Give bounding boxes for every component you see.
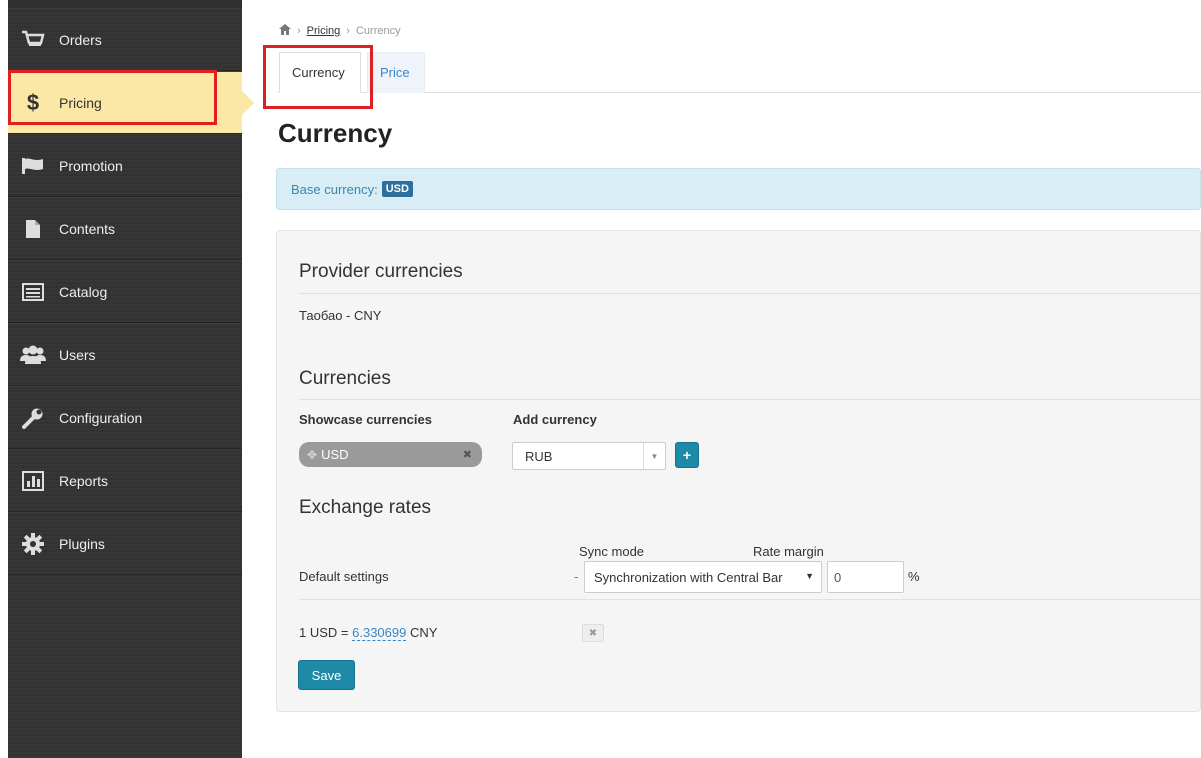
gear-icon <box>20 532 46 555</box>
rate-margin-input[interactable]: 0 <box>827 561 904 593</box>
base-currency-alert: Base currency: USD <box>276 168 1201 210</box>
sync-mode-select[interactable]: Synchronization with Central Bar ▼ <box>584 561 822 593</box>
sidebar-item-contents[interactable]: Contents <box>8 197 242 260</box>
tab-bar: Currency Price <box>277 52 1201 93</box>
home-icon[interactable] <box>279 24 291 38</box>
sidebar-item-users[interactable]: Users <box>8 323 242 386</box>
rate-value-link[interactable]: 6.330699 <box>352 625 407 641</box>
percent-sign: % <box>908 569 920 584</box>
chart-icon <box>20 470 46 492</box>
add-currency-select-value: RUB <box>525 448 553 464</box>
sidebar-item-label: Orders <box>59 31 102 48</box>
divider <box>299 599 1200 600</box>
add-currency-label: Add currency <box>513 412 597 427</box>
caret-down-icon: ▼ <box>805 571 814 581</box>
breadcrumb-separator: › <box>346 25 350 37</box>
cart-icon <box>20 29 46 51</box>
rate-suffix: CNY <box>409 625 438 640</box>
list-icon <box>20 281 46 303</box>
users-icon <box>20 344 46 366</box>
showcase-currency-chip[interactable]: ✥ USD ✖ <box>299 442 482 467</box>
sidebar-item-label: Configuration <box>59 409 143 426</box>
add-currency-button[interactable]: + <box>675 442 699 468</box>
main-content: › Pricing › Currency Currency Price Curr… <box>242 0 1201 758</box>
currency-panel: Provider currencies Таобао - CNY Currenc… <box>276 230 1201 712</box>
default-settings-label: Default settings <box>299 569 389 584</box>
sidebar-item-label: Users <box>59 346 96 363</box>
save-button[interactable]: Save <box>298 660 355 690</box>
sidebar-item-label: Catalog <box>59 283 108 300</box>
add-currency-select[interactable]: RUB ▼ <box>512 442 666 470</box>
provider-currencies-title: Provider currencies <box>299 261 463 282</box>
document-icon <box>20 218 46 240</box>
sidebar-item-configuration[interactable]: Configuration <box>8 386 242 449</box>
move-icon[interactable]: ✥ <box>307 448 317 462</box>
sidebar-item-label: Promotion <box>59 157 123 174</box>
sidebar-nav: Orders $ Pricing Promotion Contents Cata… <box>8 8 254 758</box>
sidebar-item-pricing[interactable]: $ Pricing <box>8 71 254 134</box>
chip-remove-icon[interactable]: ✖ <box>463 448 472 461</box>
sidebar: Orders $ Pricing Promotion Contents Cata… <box>0 0 254 758</box>
sidebar-item-label: Pricing <box>59 94 102 111</box>
rate-margin-label: Rate margin <box>753 544 824 559</box>
chevron-down-icon: ▼ <box>643 443 665 469</box>
sidebar-item-label: Reports <box>59 472 109 489</box>
sidebar-item-label: Plugins <box>59 535 105 552</box>
wrench-icon <box>20 407 46 429</box>
showcase-currencies-label: Showcase currencies <box>299 412 432 427</box>
base-currency-badge: USD <box>381 181 413 197</box>
sidebar-item-plugins[interactable]: Plugins <box>8 512 242 575</box>
provider-currency-value: Таобао - CNY <box>299 308 382 323</box>
sidebar-item-promotion[interactable]: Promotion <box>8 134 242 197</box>
breadcrumb-pricing-link[interactable]: Pricing <box>307 25 341 37</box>
sync-mode-select-value: Synchronization with Central Bar <box>594 569 783 585</box>
currencies-title: Currencies <box>299 368 391 389</box>
divider <box>299 293 1200 294</box>
sidebar-item-reports[interactable]: Reports <box>8 449 242 512</box>
divider <box>299 399 1200 400</box>
rate-prefix: 1 USD = <box>299 625 349 640</box>
base-currency-label: Base currency: <box>291 181 378 197</box>
page-title: Currency <box>278 118 393 148</box>
sync-mode-label: Sync mode <box>579 544 645 559</box>
remove-rate-button[interactable]: ✖ <box>582 624 604 642</box>
dash: - <box>574 569 579 584</box>
tab-currency[interactable]: Currency <box>279 52 361 93</box>
breadcrumb-separator: › <box>297 25 301 37</box>
breadcrumb: › Pricing › Currency <box>279 24 401 38</box>
chip-label: USD <box>321 447 349 462</box>
sidebar-item-catalog[interactable]: Catalog <box>8 260 242 323</box>
dollar-icon: $ <box>26 89 40 115</box>
sidebar-item-orders[interactable]: Orders <box>8 8 242 71</box>
exchange-rate-row: 1 USD = 6.330699 CNY <box>299 625 438 641</box>
sidebar-item-label: Contents <box>59 220 116 237</box>
flag-icon <box>20 155 46 177</box>
breadcrumb-current: Currency <box>355 25 401 37</box>
exchange-rates-title: Exchange rates <box>299 497 432 518</box>
tab-price[interactable]: Price <box>367 52 425 93</box>
